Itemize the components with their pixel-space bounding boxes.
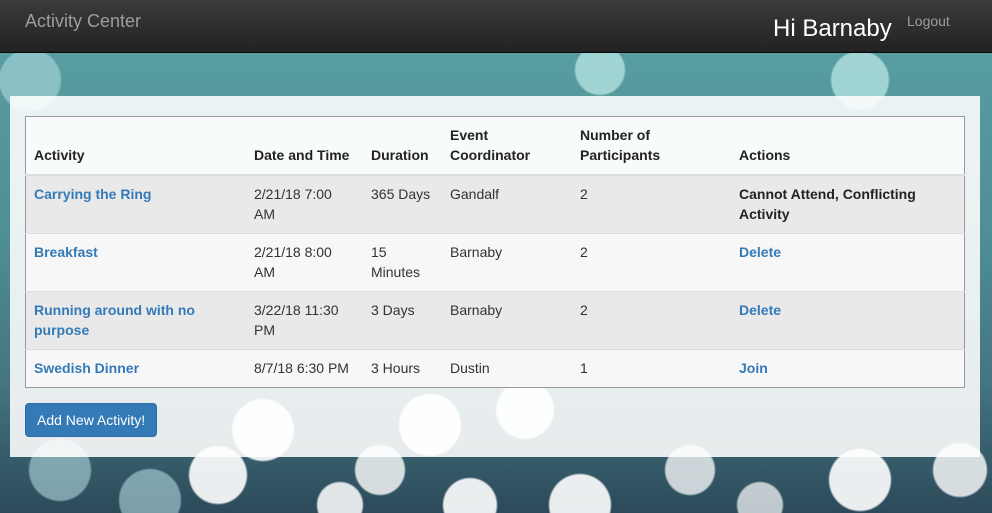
header-actions: Actions: [731, 116, 965, 176]
date-time-cell: 2/21/18 8:00 AM: [246, 233, 363, 292]
date-time-cell: 8/7/18 6:30 PM: [246, 349, 363, 388]
date-time-cell: 3/22/18 11:30 PM: [246, 291, 363, 350]
activity-link[interactable]: Breakfast: [34, 244, 98, 260]
activity-cell: Carrying the Ring: [25, 174, 246, 234]
brand-link[interactable]: Activity Center: [25, 11, 141, 32]
actions-cell: Delete: [731, 291, 965, 350]
coordinator-cell: Dustin: [442, 349, 572, 388]
header-date-time: Date and Time: [246, 116, 363, 176]
coordinator-cell: Barnaby: [442, 233, 572, 292]
header-coordinator: Event Coordinator: [442, 116, 572, 176]
date-time-cell: 2/21/18 7:00 AM: [246, 174, 363, 234]
logout-link[interactable]: Logout: [907, 13, 950, 29]
top-navbar: Activity Center Hi Barnaby Logout: [0, 0, 992, 53]
duration-cell: 3 Hours: [363, 349, 442, 388]
action-status-text: Cannot Attend, Conflicting Activity: [739, 186, 916, 222]
delete-link[interactable]: Delete: [739, 302, 781, 318]
activity-cell: Running around with no purpose: [25, 291, 246, 350]
participants-cell: 2: [572, 233, 731, 292]
activity-cell: Swedish Dinner: [25, 349, 246, 388]
activity-link[interactable]: Swedish Dinner: [34, 360, 139, 376]
table-row: Breakfast 2/21/18 8:00 AM 15 Minutes Bar…: [25, 233, 965, 292]
actions-cell: Join: [731, 349, 965, 388]
actions-cell: Cannot Attend, Conflicting Activity: [731, 174, 965, 234]
header-participants: Number of Participants: [572, 116, 731, 176]
add-new-activity-button[interactable]: Add New Activity!: [25, 403, 158, 437]
activity-link[interactable]: Running around with no purpose: [34, 302, 195, 338]
duration-cell: 3 Days: [363, 291, 442, 350]
participants-cell: 1: [572, 349, 731, 388]
table-row: Carrying the Ring 2/21/18 7:00 AM 365 Da…: [25, 174, 965, 234]
table-header-row: Activity Date and Time Duration Event Co…: [25, 116, 965, 176]
table-row: Running around with no purpose 3/22/18 1…: [25, 291, 965, 350]
duration-cell: 365 Days: [363, 174, 442, 234]
actions-cell: Delete: [731, 233, 965, 292]
coordinator-cell: Barnaby: [442, 291, 572, 350]
table-row: Swedish Dinner 8/7/18 6:30 PM 3 Hours Du…: [25, 349, 965, 388]
activity-link[interactable]: Carrying the Ring: [34, 186, 151, 202]
activity-cell: Breakfast: [25, 233, 246, 292]
user-greeting: Hi Barnaby: [773, 15, 892, 42]
delete-link[interactable]: Delete: [739, 244, 781, 260]
join-link[interactable]: Join: [739, 360, 768, 376]
participants-cell: 2: [572, 174, 731, 234]
header-duration: Duration: [363, 116, 442, 176]
activities-panel: Activity Date and Time Duration Event Co…: [10, 96, 980, 457]
header-activity: Activity: [25, 116, 246, 176]
activities-table: Activity Date and Time Duration Event Co…: [25, 116, 965, 388]
participants-cell: 2: [572, 291, 731, 350]
coordinator-cell: Gandalf: [442, 174, 572, 234]
duration-cell: 15 Minutes: [363, 233, 442, 292]
